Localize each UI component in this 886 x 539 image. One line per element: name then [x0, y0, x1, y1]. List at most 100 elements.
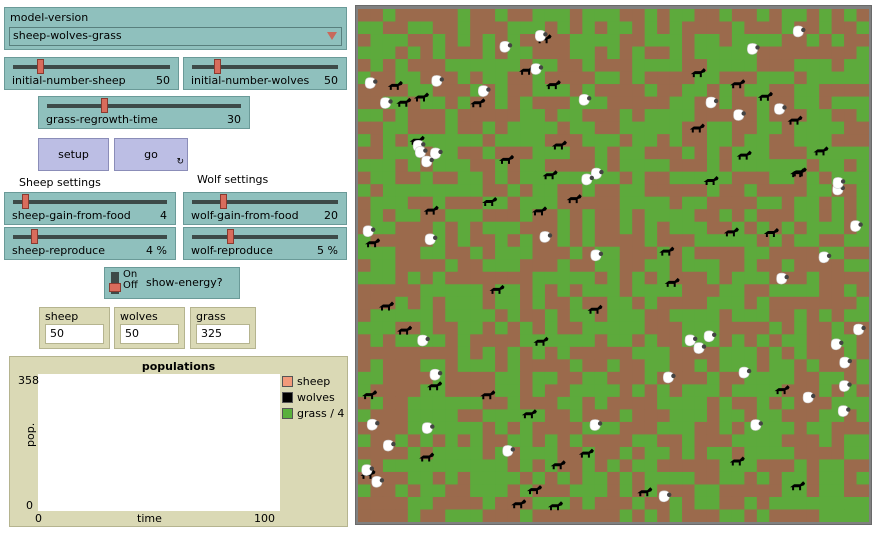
- patch: [856, 484, 869, 498]
- patch: [382, 221, 396, 235]
- patch: [619, 171, 633, 185]
- patch: [619, 496, 633, 511]
- patch: [856, 246, 869, 260]
- world-view[interactable]: [355, 5, 872, 525]
- initial-number-wolves-slider[interactable]: initial-number-wolves 50: [183, 57, 347, 90]
- patch: [569, 171, 583, 185]
- patch: [831, 509, 845, 522]
- dropdown-arrow-icon[interactable]: [327, 32, 337, 40]
- patch: [682, 34, 696, 48]
- patch: [482, 146, 496, 160]
- patch: [619, 421, 633, 436]
- patch: [794, 134, 808, 148]
- slider-value: 4 %: [146, 244, 167, 257]
- patch: [781, 459, 795, 473]
- patch: [358, 109, 372, 123]
- patch: [470, 296, 484, 310]
- grass-regrowth-time-slider[interactable]: grass-regrowth-time 30: [38, 96, 250, 129]
- initial-number-sheep-slider[interactable]: initial-number-sheep 50: [4, 57, 179, 90]
- patch: [445, 309, 459, 323]
- patch: [358, 209, 372, 223]
- patch: [694, 359, 708, 373]
- patch: [432, 446, 446, 461]
- patch: [507, 171, 521, 185]
- patch: [407, 259, 421, 273]
- patch: [358, 271, 372, 285]
- patch: [470, 34, 484, 48]
- patch: [669, 59, 683, 73]
- patch: [382, 384, 396, 398]
- patch: [632, 46, 646, 60]
- patch: [557, 359, 571, 373]
- patch: [569, 384, 583, 398]
- patch: [856, 196, 869, 210]
- patch: [607, 346, 621, 360]
- patch: [470, 396, 484, 410]
- patch: [607, 134, 621, 148]
- patch: [632, 34, 646, 48]
- slider-knob[interactable]: [30, 229, 38, 244]
- patch: [520, 184, 534, 198]
- patch: [557, 184, 571, 198]
- patch: [495, 471, 509, 486]
- wolf-reproduce-slider[interactable]: wolf-reproduce 5 %: [183, 227, 347, 260]
- patch: [507, 221, 521, 235]
- patch: [644, 334, 658, 348]
- slider-knob[interactable]: [219, 194, 227, 209]
- patch: [844, 259, 858, 273]
- show-energy-switch[interactable]: On Off show-energy?: [104, 267, 240, 299]
- patch: [395, 246, 409, 260]
- patch: [432, 309, 446, 323]
- model-version-chooser[interactable]: model-version sheep-wolves-grass: [4, 7, 347, 50]
- wolf-gain-from-food-slider[interactable]: wolf-gain-from-food 20: [183, 192, 347, 225]
- slider-knob[interactable]: [214, 59, 222, 74]
- patch: [731, 34, 745, 48]
- patch: [619, 221, 633, 235]
- patch: [482, 71, 496, 85]
- patch: [657, 396, 671, 410]
- sheep-gain-from-food-slider[interactable]: sheep-gain-from-food 4: [4, 192, 176, 225]
- patch: [520, 171, 534, 185]
- patch: [507, 484, 521, 498]
- patch: [619, 96, 633, 110]
- slider-knob[interactable]: [37, 59, 44, 74]
- slider-knob[interactable]: [226, 229, 234, 244]
- patch: [594, 334, 608, 348]
- world-canvas[interactable]: [358, 9, 869, 522]
- patch: [569, 21, 583, 35]
- patch: [806, 59, 820, 73]
- patch: [382, 271, 396, 285]
- patch: [569, 496, 583, 511]
- patch: [445, 359, 459, 373]
- switch-knob[interactable]: [109, 283, 121, 292]
- sheep-reproduce-slider[interactable]: sheep-reproduce 4 %: [4, 227, 176, 260]
- patch: [831, 46, 845, 60]
- patch: [382, 471, 396, 486]
- patch: [719, 409, 733, 423]
- patch: [395, 121, 409, 135]
- patch: [644, 59, 658, 73]
- go-button[interactable]: go ↻: [114, 138, 188, 171]
- slider-knob[interactable]: [101, 98, 109, 113]
- patch: [731, 271, 745, 285]
- patch: [781, 284, 795, 298]
- patch: [844, 509, 858, 522]
- patch: [395, 384, 409, 398]
- patch: [731, 46, 745, 60]
- patch: [756, 371, 770, 385]
- patch: [706, 234, 721, 248]
- patch: [806, 159, 820, 173]
- model-version-select[interactable]: sheep-wolves-grass: [9, 27, 342, 46]
- patch: [395, 396, 409, 410]
- patch: [806, 271, 820, 285]
- slider-knob[interactable]: [21, 194, 29, 209]
- patch: [706, 134, 721, 148]
- patch: [756, 171, 770, 185]
- patch: [719, 84, 733, 98]
- setup-button[interactable]: setup: [38, 138, 109, 171]
- patch: [657, 96, 671, 110]
- patch: [844, 121, 858, 135]
- patch: [470, 134, 484, 148]
- patch: [644, 146, 658, 160]
- patch: [719, 359, 733, 373]
